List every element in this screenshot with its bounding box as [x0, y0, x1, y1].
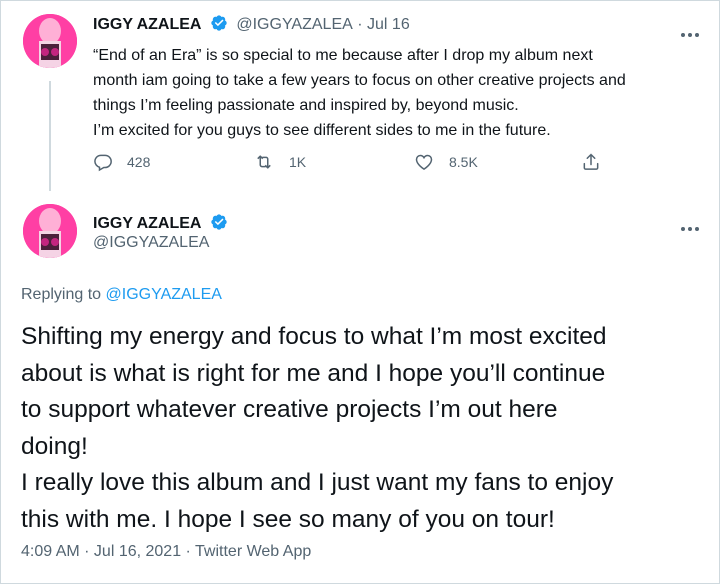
- tweet-text-line: I really love this album and I just want…: [21, 469, 614, 496]
- verified-badge-icon: [210, 14, 228, 37]
- avatar-image: [23, 14, 77, 68]
- like-icon: [415, 154, 433, 170]
- retweet-icon: [257, 155, 271, 169]
- tweet-text-line: Shifting my energy and focus to what I’m…: [21, 323, 607, 350]
- tweet-text-line: things I’m feeling passionate and inspir…: [93, 97, 519, 114]
- handle[interactable]: @IGGYAZALEA: [93, 234, 209, 252]
- share-icon: [583, 153, 599, 170]
- verified-badge-icon: [210, 213, 228, 236]
- reply-icon: [94, 154, 112, 172]
- more-icon[interactable]: [681, 218, 707, 231]
- avatar[interactable]: [23, 204, 77, 258]
- retweet-button[interactable]: 1K: [253, 152, 306, 172]
- replying-to-link[interactable]: @IGGYAZALEA: [106, 286, 222, 303]
- tweet1-header: IGGY AZALEA @IGGYAZALEA · Jul 16: [93, 14, 410, 37]
- display-name[interactable]: IGGY AZALEA: [93, 215, 201, 232]
- separator: ·: [357, 16, 363, 33]
- tweet2-header: IGGY AZALEA: [93, 213, 232, 236]
- reply-button[interactable]: 428: [93, 152, 150, 172]
- tweet1-actions: 428 1K 8.5K: [93, 152, 613, 176]
- like-button[interactable]: 8.5K: [413, 152, 478, 172]
- replying-prefix: Replying to: [21, 286, 102, 303]
- tweet-text-line: to support whatever creative projects I’…: [21, 396, 558, 423]
- more-icon[interactable]: [681, 24, 707, 37]
- tweet-text-line: month iam going to take a few years to f…: [93, 72, 626, 89]
- tweet2-text: Shifting my energy and focus to what I’m…: [21, 319, 711, 538]
- display-name[interactable]: IGGY AZALEA: [93, 16, 201, 33]
- tweet-text-line: I’m excited for you guys to see differen…: [93, 122, 551, 139]
- thread-connector-line: [49, 81, 51, 191]
- avatar[interactable]: [23, 14, 77, 68]
- tweet-text-line: this with me. I hope I see so many of yo…: [21, 505, 555, 533]
- tweet-timestamp[interactable]: 4:09 AM · Jul 16, 2021 · Twitter Web App: [21, 543, 311, 561]
- tweet1-text: “End of an Era” is so special to me beca…: [93, 43, 693, 143]
- tweet-text-line: “End of an Era” is so special to me beca…: [93, 47, 593, 64]
- replying-to: Replying to @IGGYAZALEA: [21, 286, 222, 304]
- tweet-text-line: about is what is right for me and I hope…: [21, 359, 606, 387]
- tweet-date[interactable]: Jul 16: [367, 16, 410, 33]
- share-button[interactable]: [581, 152, 615, 172]
- tweet-thread-card: IGGY AZALEA @IGGYAZALEA · Jul 16 “End of…: [0, 0, 720, 584]
- like-count: 8.5K: [449, 154, 478, 170]
- avatar-image: [23, 204, 77, 258]
- tweet-text-line: doing!: [21, 432, 88, 460]
- reply-count: 428: [127, 154, 151, 170]
- handle[interactable]: @IGGYAZALEA: [236, 16, 352, 33]
- retweet-count: 1K: [289, 154, 307, 170]
